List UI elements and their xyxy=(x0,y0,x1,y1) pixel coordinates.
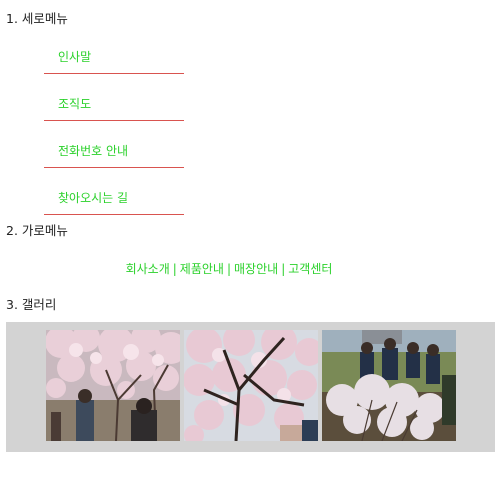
menu-separator: | xyxy=(281,262,286,276)
horizontal-menu-link-products[interactable]: 제품안내 xyxy=(180,262,224,276)
vertical-menu-item: 인사말 xyxy=(44,38,184,74)
gallery xyxy=(6,322,495,452)
vertical-menu-link-greeting[interactable]: 인사말 xyxy=(58,50,91,64)
vertical-menu-item: 전화번호 안내 xyxy=(44,132,184,168)
section-title-vertical-menu: 1. 세로메뉴 xyxy=(6,11,68,26)
vertical-menu-item: 조직도 xyxy=(44,85,184,121)
horizontal-menu-link-customer-center[interactable]: 고객센터 xyxy=(288,262,332,276)
vertical-menu-item: 찾아오시는 길 xyxy=(44,179,184,215)
section-title-horizontal-menu: 2. 가로메뉴 xyxy=(6,223,68,238)
horizontal-menu-link-stores[interactable]: 매장안내 xyxy=(234,262,278,276)
vertical-menu-link-directions[interactable]: 찾아오시는 길 xyxy=(58,191,128,205)
horizontal-menu: 회사소개 | 제품안내 | 매장안내 | 고객센터 xyxy=(0,262,458,276)
gallery-photo-cherry-blossom-people[interactable] xyxy=(46,330,180,441)
menu-separator: | xyxy=(172,262,177,276)
gallery-photo-group-gathering[interactable] xyxy=(322,330,456,441)
horizontal-menu-link-company[interactable]: 회사소개 xyxy=(126,262,170,276)
section-title-gallery: 3. 갤러리 xyxy=(6,297,57,312)
vertical-menu-link-phone-directory[interactable]: 전화번호 안내 xyxy=(58,144,128,158)
vertical-menu-link-organization[interactable]: 조직도 xyxy=(58,97,91,111)
vertical-menu: 인사말 조직도 전화번호 안내 찾아오시는 길 xyxy=(44,38,184,226)
gallery-photo-cherry-blossom-tree[interactable] xyxy=(184,330,318,441)
menu-separator: | xyxy=(226,262,232,276)
